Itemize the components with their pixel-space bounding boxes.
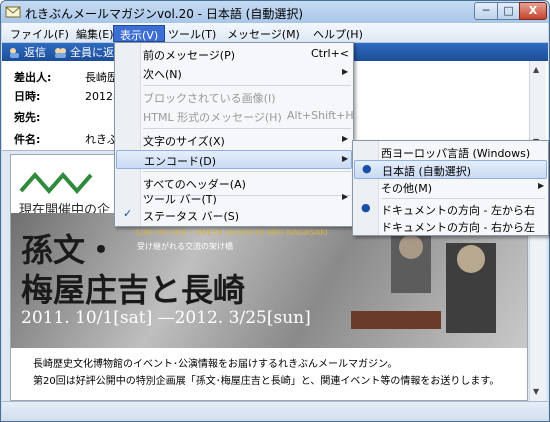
mail-app-icon <box>5 6 21 18</box>
from-label: 差出人: <box>14 71 52 84</box>
ship-illustration <box>351 233 496 333</box>
menu-item-previous-message[interactable]: 前のメッセージ(P) Ctrl+< <box>116 45 352 64</box>
radio-selected-icon: ● <box>361 201 371 214</box>
menu-item-text-size[interactable]: 文字のサイズ(X) ▶ <box>116 131 352 150</box>
menu-item-html-message: HTML 形式のメッセージ(H) Alt+Shift+H <box>143 109 354 124</box>
menu-tools[interactable]: ツール(T) <box>162 25 222 42</box>
submenu-arrow-icon: ▶ <box>342 67 349 76</box>
header-scrollbar[interactable]: ▲ ▼ <box>529 61 546 151</box>
submenu-arrow-icon: ▶ <box>342 192 349 201</box>
to-label: 宛先: <box>14 111 41 124</box>
menu-view[interactable]: 表示(V) <box>113 25 166 42</box>
menu-item-direction-rtl[interactable]: ドキュメントの方向 - 右から左 <box>354 217 547 236</box>
menu-item-encoding[interactable]: エンコード(D) ▶ <box>116 150 352 169</box>
check-icon: ✓ <box>123 207 133 220</box>
menu-item-blocked-images: ブロックされている画像(I) <box>143 92 276 105</box>
menu-message[interactable]: メッセージ(M) <box>221 25 306 42</box>
encoding-submenu: 西ヨーロッパ言語 (Windows) ● 日本語 (自動選択) その他(M) ▶… <box>352 140 549 236</box>
menu-file[interactable]: ファイル(F) <box>4 25 75 42</box>
menu-separator <box>143 128 351 129</box>
menu-separator <box>381 198 545 199</box>
reply-icon <box>10 48 19 58</box>
menu-help[interactable]: ヘルプ(H) <box>307 25 369 42</box>
reply-label: 返信 <box>24 46 46 59</box>
menu-item-status-bar[interactable]: ✓ ステータス バー(S) <box>116 206 352 225</box>
submenu-arrow-icon: ▶ <box>538 181 545 190</box>
message-line-2: 第20回は好評公開中の特別企画展「孫文･梅屋庄吉と長崎」と、関連イベント等の情報… <box>33 376 500 387</box>
zigzag-logo <box>19 171 93 195</box>
subject-label: 件名: <box>14 133 41 146</box>
message-line-1: 長崎歴史文化博物館のイベント･公演情報をお届けするれきぶんメールマガジン。 <box>33 359 398 370</box>
scroll-up-icon[interactable]: ▲ <box>533 65 539 74</box>
banner-subtitle-en: SUN YAT-SEN・UMEYA SHOKICHI AND NAGASAKI <box>135 228 328 237</box>
title-bar: れきぶんメールマガジンvol.20 - 日本語 (自動選択) ─ □ X <box>1 1 549 23</box>
banner-dates: 2011. 10/1[sat] —2012. 3/25[sun] <box>21 308 311 328</box>
status-bar <box>2 401 548 421</box>
reply-all-icon <box>55 48 66 58</box>
submenu-arrow-icon: ▶ <box>342 154 349 163</box>
menu-separator <box>143 85 351 86</box>
maximize-button[interactable]: □ <box>497 2 520 20</box>
menu-bar: ファイル(F) 編集(E) 表示(V) ツール(T) メッセージ(M) ヘルプ(… <box>2 23 548 43</box>
close-button[interactable]: X <box>519 2 547 20</box>
banner-title-line2: 梅屋庄吉と長崎 <box>21 271 246 309</box>
reply-button[interactable]: 返信 <box>8 44 46 60</box>
scroll-down-icon[interactable]: ▼ <box>533 387 539 396</box>
menu-item-next[interactable]: 次へ(N) ▶ <box>116 64 352 83</box>
submenu-arrow-icon: ▶ <box>342 134 349 143</box>
radio-selected-icon: ● <box>362 162 372 175</box>
minimize-button[interactable]: ─ <box>474 2 498 20</box>
shortcut-text: Alt+Shift+H <box>287 109 354 122</box>
window-title: れきぶんメールマガジンvol.20 - 日本語 (自動選択) <box>25 7 303 21</box>
shortcut-text: Ctrl+< <box>311 47 350 60</box>
menu-item-other[interactable]: その他(M) ▶ <box>354 178 547 197</box>
mail-window: れきぶんメールマガジンvol.20 - 日本語 (自動選択) ─ □ X ファイ… <box>0 0 550 422</box>
date-label: 日時: <box>14 90 41 103</box>
menu-separator <box>143 171 351 172</box>
banner-subtitle-jp: 受け継がれる交流の架け橋 <box>137 242 233 251</box>
view-menu: 前のメッセージ(P) Ctrl+< 次へ(N) ▶ ブロックされている画像(I)… <box>114 42 354 227</box>
menu-item-japanese-auto[interactable]: ● 日本語 (自動選択) <box>354 160 547 179</box>
